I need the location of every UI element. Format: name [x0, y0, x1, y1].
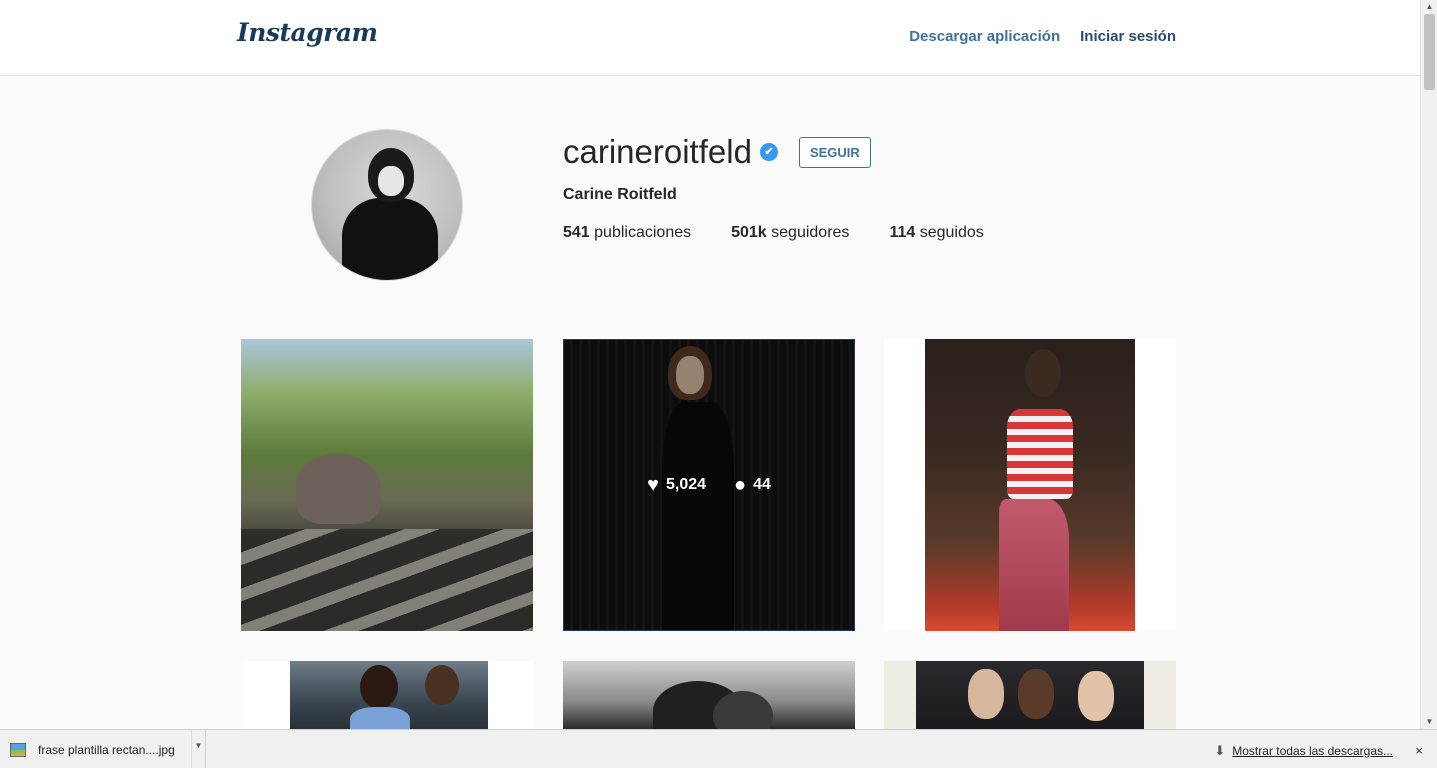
bw-head-right: [713, 691, 773, 729]
front-row-photo: [290, 661, 488, 729]
profile-stats: 541 publicaciones 501k seguidores 114 se…: [563, 224, 1024, 242]
person-head-right: [425, 665, 459, 705]
browser-download-bar: frase plantilla rectan....jpg ▼ ⬇ Mostra…: [0, 729, 1437, 768]
download-file-name[interactable]: frase plantilla rectan....jpg: [38, 743, 188, 757]
post-thumbnail-runway-model[interactable]: [884, 339, 1176, 631]
followers-count: 501k: [731, 224, 767, 241]
profile-username: carineroitfeld: [563, 133, 752, 170]
face-middle: [1018, 669, 1054, 719]
vertical-scrollbar[interactable]: ▲ ▼: [1420, 0, 1437, 729]
scrollbar-thumb[interactable]: [1424, 14, 1435, 90]
scroll-up-arrow-icon[interactable]: ▲: [1421, 0, 1437, 14]
download-app-link[interactable]: Descargar aplicación: [909, 28, 1060, 45]
post-thumbnail-black-dress[interactable]: ♥ 5,024 ● 44: [563, 339, 855, 631]
stat-followers[interactable]: 501k seguidores: [731, 224, 849, 242]
avatar-figure-face: [378, 166, 404, 196]
runway-photo: [925, 339, 1135, 631]
comment-bubble-icon: ●: [734, 473, 747, 496]
face-left: [968, 669, 1004, 719]
posts-count: 541: [563, 224, 590, 241]
group-selfie-photo: [916, 661, 1144, 729]
login-link[interactable]: Iniciar sesión: [1080, 28, 1176, 45]
elephant-shape: [296, 454, 381, 524]
download-options-chevron-icon[interactable]: ▼: [191, 730, 205, 768]
post-hover-overlay: ♥ 5,024 ● 44: [564, 340, 854, 630]
download-arrow-icon: ⬇: [1214, 743, 1226, 758]
show-all-downloads[interactable]: ⬇ Mostrar todas las descargas...: [1214, 744, 1393, 758]
comments-count: 44: [753, 476, 771, 493]
top-navigation: Instagram Descargar aplicación Iniciar s…: [0, 0, 1420, 76]
stat-following[interactable]: 114 seguidos: [889, 224, 983, 242]
model-head: [1025, 349, 1061, 397]
show-all-downloads-link[interactable]: Mostrar todas las descargas...: [1232, 744, 1393, 758]
following-label: seguidos: [919, 224, 984, 241]
heart-icon: ♥: [647, 473, 659, 496]
comments-count-group: ● 44: [734, 474, 771, 497]
scroll-down-arrow-icon[interactable]: ▼: [1421, 715, 1437, 729]
post-thumbnail-elephant-street[interactable]: [241, 339, 533, 631]
image-file-icon: [10, 742, 26, 757]
street-shadows: [241, 529, 533, 631]
download-item[interactable]: frase plantilla rectan....jpg ▼: [0, 730, 206, 768]
person-head-left: [360, 665, 398, 709]
following-count: 114: [889, 224, 916, 241]
post-thumbnail-front-row[interactable]: [241, 661, 533, 729]
close-download-bar-icon[interactable]: ×: [1415, 743, 1423, 758]
profile-full-name: Carine Roitfeld: [563, 186, 677, 203]
verified-badge-icon: ✔: [759, 143, 778, 161]
post-thumbnail-bw-portrait[interactable]: [563, 661, 855, 729]
likes-count-group: ♥ 5,024: [647, 474, 706, 497]
face-right: [1078, 671, 1114, 721]
posts-label: publicaciones: [594, 224, 692, 241]
instagram-logo[interactable]: Instagram: [237, 18, 378, 47]
avatar-figure-body: [342, 198, 438, 280]
username-row: carineroitfeld ✔ SEGUIR: [563, 133, 871, 171]
model-striped-top: [1007, 409, 1073, 499]
person-blue-shirt: [350, 707, 410, 729]
likes-count: 5,024: [665, 476, 707, 493]
follow-button[interactable]: SEGUIR: [798, 136, 871, 168]
post-thumbnail-group-selfie[interactable]: [884, 661, 1176, 729]
profile-avatar: [311, 129, 463, 281]
followers-label: seguidores: [771, 224, 850, 241]
stat-posts: 541 publicaciones: [563, 224, 691, 242]
nav-links: Descargar aplicación Iniciar sesión: [909, 28, 1176, 45]
model-skirt: [999, 499, 1069, 631]
